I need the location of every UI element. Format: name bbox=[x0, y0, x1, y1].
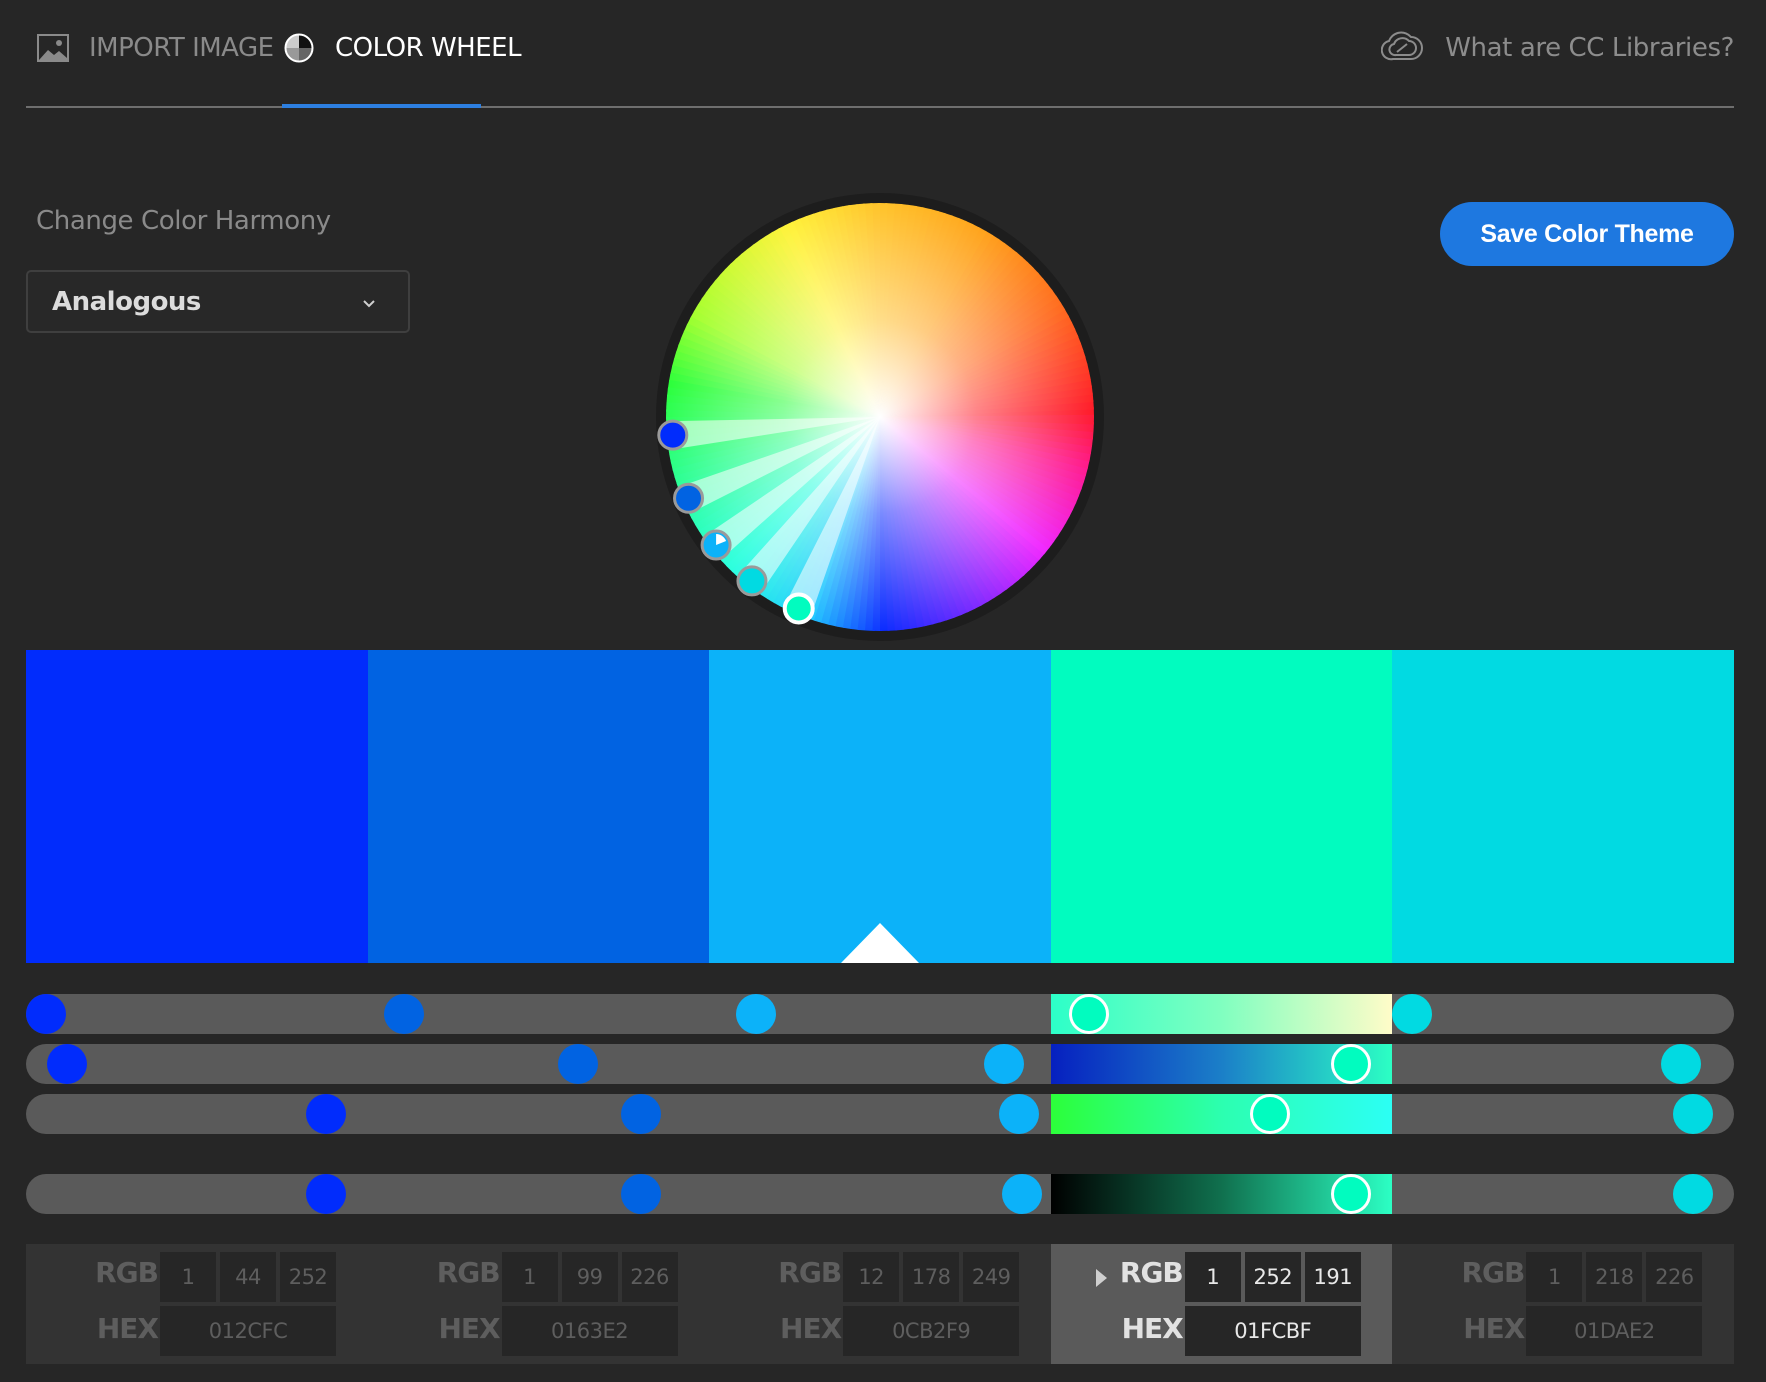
wheel-handle[interactable] bbox=[657, 419, 689, 451]
color-swatch[interactable] bbox=[709, 650, 1051, 963]
rgb-r-field[interactable]: 1 bbox=[160, 1252, 216, 1302]
cc-libraries-link[interactable]: What are CC Libraries? bbox=[1381, 28, 1734, 68]
rgb-r-field[interactable]: 1 bbox=[1526, 1252, 1583, 1302]
color-value-column: RGB HEX 12 178 249 0CB2F9 bbox=[709, 1244, 1051, 1364]
color-swatches bbox=[26, 650, 1734, 963]
color-value-column: RGB HEX 1 99 226 0163E2 bbox=[368, 1244, 710, 1364]
slider-knob[interactable] bbox=[1331, 1174, 1372, 1214]
slider-knob[interactable] bbox=[998, 1094, 1039, 1134]
rgb-g-field[interactable]: 252 bbox=[1244, 1252, 1301, 1302]
color-wheel[interactable] bbox=[650, 180, 1110, 660]
color-swatch[interactable] bbox=[1392, 650, 1734, 963]
color-swatch[interactable] bbox=[367, 650, 710, 963]
hex-field[interactable]: 012CFC bbox=[160, 1306, 336, 1356]
rgb-b-field[interactable]: 226 bbox=[1646, 1252, 1703, 1302]
tab-label: IMPORT IMAGE bbox=[89, 33, 274, 63]
tab-bar: IMPORT IMAGE COLOR WHEEL What are CC Lib… bbox=[26, 0, 1734, 108]
rgb-b-field[interactable]: 252 bbox=[280, 1252, 336, 1302]
wheel-handle[interactable] bbox=[673, 482, 705, 514]
hex-label: HEX bbox=[438, 1312, 500, 1345]
rgb-label: RGB bbox=[95, 1256, 159, 1289]
tab-label: COLOR WHEEL bbox=[335, 33, 522, 63]
wheel-handle[interactable] bbox=[736, 565, 768, 597]
rgb-label: RGB bbox=[1119, 1256, 1184, 1289]
slider-knob[interactable] bbox=[47, 1044, 88, 1084]
rgb-b-field[interactable]: 191 bbox=[1304, 1252, 1361, 1302]
rgb-g-field[interactable]: 99 bbox=[561, 1252, 618, 1302]
rgb-g-field[interactable]: 218 bbox=[1586, 1252, 1643, 1302]
rgb-g-field[interactable]: 178 bbox=[903, 1252, 960, 1302]
slider-knob[interactable] bbox=[1331, 1044, 1372, 1084]
slider-knob[interactable] bbox=[1001, 1174, 1042, 1214]
color-value-column: RGB HEX 1 252 191 01FCBF bbox=[1050, 1244, 1393, 1364]
rgb-label: RGB bbox=[436, 1256, 501, 1289]
save-color-theme-button[interactable]: Save Color Theme bbox=[1440, 202, 1734, 266]
slider-knob[interactable] bbox=[306, 1094, 347, 1134]
active-slider-gradient[interactable] bbox=[1050, 1094, 1393, 1134]
slider-knob[interactable] bbox=[1392, 994, 1433, 1034]
wheel-handle-active[interactable] bbox=[782, 592, 815, 625]
creative-cloud-icon bbox=[1381, 30, 1424, 66]
tab-import-image[interactable]: IMPORT IMAGE bbox=[37, 28, 274, 68]
slider-brightness[interactable] bbox=[26, 1094, 1734, 1134]
harmony-selected-value: Analogous bbox=[52, 286, 201, 317]
slider-knob[interactable] bbox=[736, 994, 777, 1034]
color-swatch[interactable] bbox=[26, 650, 368, 963]
rgb-b-field[interactable]: 226 bbox=[621, 1252, 678, 1302]
rgb-r-field[interactable]: 1 bbox=[501, 1252, 558, 1302]
hex-field[interactable]: 0CB2F9 bbox=[843, 1306, 1020, 1356]
hex-field[interactable]: 0163E2 bbox=[501, 1306, 678, 1356]
rgb-r-field[interactable]: 1 bbox=[1184, 1252, 1241, 1302]
slider-knob[interactable] bbox=[983, 1044, 1024, 1084]
rgb-b-field[interactable]: 249 bbox=[963, 1252, 1020, 1302]
slider-knob[interactable] bbox=[26, 994, 66, 1034]
hex-label: HEX bbox=[1121, 1312, 1184, 1345]
slider-knob[interactable] bbox=[1672, 1094, 1713, 1134]
slider-knob[interactable] bbox=[1672, 1174, 1713, 1214]
wheel-handle[interactable] bbox=[700, 529, 732, 561]
color-wheel-icon bbox=[284, 33, 314, 63]
cc-libraries-label: What are CC Libraries? bbox=[1445, 33, 1734, 63]
slider-knob[interactable] bbox=[620, 1094, 661, 1134]
hex-field[interactable]: 01FCBF bbox=[1184, 1306, 1361, 1356]
slider-knob[interactable] bbox=[620, 1174, 661, 1214]
active-tab-indicator bbox=[282, 104, 481, 108]
slider-knob[interactable] bbox=[557, 1044, 598, 1084]
hex-field[interactable]: 01DAE2 bbox=[1526, 1306, 1703, 1356]
image-icon bbox=[37, 34, 69, 62]
slider-saturation[interactable] bbox=[26, 1044, 1734, 1084]
color-values-panel: RGB HEX 1 44 252 012CFC RGB HEX 1 99 226 0163E2 RGB H… bbox=[26, 1244, 1734, 1364]
slider-knob[interactable] bbox=[306, 1174, 347, 1214]
tab-color-wheel[interactable]: COLOR WHEEL bbox=[284, 28, 522, 68]
color-swatch[interactable] bbox=[1050, 650, 1393, 963]
chevron-down-icon bbox=[362, 296, 376, 310]
hex-label: HEX bbox=[96, 1312, 159, 1345]
harmony-label: Change Color Harmony bbox=[36, 206, 331, 236]
rgb-label: RGB bbox=[1461, 1256, 1525, 1289]
slider-hue[interactable] bbox=[26, 994, 1734, 1034]
rgb-r-field[interactable]: 12 bbox=[843, 1252, 900, 1302]
color-value-column: RGB HEX 1 218 226 01DAE2 bbox=[1392, 1244, 1734, 1364]
hex-label: HEX bbox=[1463, 1312, 1525, 1345]
slider-knob[interactable] bbox=[1249, 1094, 1290, 1134]
base-color-triangle-icon bbox=[840, 923, 919, 963]
slider-knob[interactable] bbox=[1660, 1044, 1701, 1084]
hex-label: HEX bbox=[780, 1312, 842, 1345]
rgb-label: RGB bbox=[778, 1256, 842, 1289]
slider-value[interactable] bbox=[26, 1174, 1734, 1214]
color-value-column: RGB HEX 1 44 252 012CFC bbox=[26, 1244, 368, 1364]
slider-knob[interactable] bbox=[383, 994, 424, 1034]
rgb-g-field[interactable]: 44 bbox=[220, 1252, 276, 1302]
slider-knob[interactable] bbox=[1068, 994, 1109, 1034]
harmony-dropdown[interactable]: Analogous bbox=[26, 270, 410, 333]
